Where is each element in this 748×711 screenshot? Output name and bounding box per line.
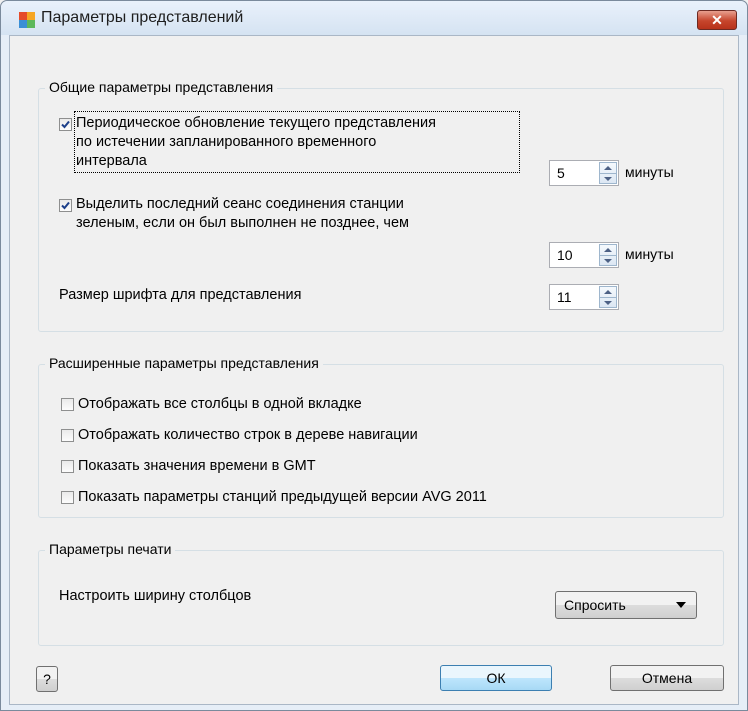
column-width-label: Настроить ширину столбцов <box>59 588 252 604</box>
show-legacy-params-checkbox[interactable] <box>61 491 74 504</box>
avg-logo-icon <box>19 12 35 28</box>
arrow-up-icon[interactable] <box>604 289 612 295</box>
column-width-value: Спросить <box>564 597 626 613</box>
refresh-interval-value[interactable]: 5 <box>557 165 565 181</box>
highlight-interval-value[interactable]: 10 <box>557 247 573 263</box>
close-icon: ✕ <box>711 12 723 28</box>
font-size-spinner[interactable]: 11 <box>549 284 619 310</box>
highlight-session-label-line2[interactable]: зеленым, если он был выполнен не позднее… <box>76 214 409 233</box>
general-settings-legend: Общие параметры представления <box>45 79 278 95</box>
font-size-value[interactable]: 11 <box>557 289 572 305</box>
highlight-session-label[interactable]: Выделить последний сеанс соединения стан… <box>76 195 404 214</box>
spinner-arrows[interactable] <box>599 286 617 308</box>
show-gmt-checkbox[interactable] <box>61 460 74 473</box>
advanced-settings-legend: Расширенные параметры представления <box>45 355 323 371</box>
highlight-interval-unit: минуты <box>625 246 674 262</box>
window-title: Параметры представлений <box>41 9 244 26</box>
arrow-up-icon[interactable] <box>604 247 612 253</box>
column-width-select[interactable]: Спросить <box>555 591 697 619</box>
help-button[interactable]: ? <box>36 666 58 692</box>
chevron-down-icon <box>676 602 686 608</box>
show-all-columns-label[interactable]: Отображать все столбцы в одной вкладке <box>78 395 362 414</box>
checkmark-icon <box>61 120 70 129</box>
refresh-interval-unit: минуты <box>625 164 674 180</box>
show-row-count-label[interactable]: Отображать количество строк в дереве нав… <box>78 426 418 445</box>
spinner-arrows[interactable] <box>599 244 617 266</box>
spinner-arrows[interactable] <box>599 162 617 184</box>
font-size-label: Размер шрифта для представления <box>59 287 302 303</box>
periodic-refresh-label[interactable]: Периодическое обновление текущего предст… <box>76 114 436 133</box>
ok-button[interactable]: ОК <box>440 665 552 691</box>
general-settings-group: Общие параметры представления Периодичес… <box>38 79 724 332</box>
show-all-columns-checkbox[interactable] <box>61 398 74 411</box>
dialog-body: Общие параметры представления Периодичес… <box>9 35 739 705</box>
arrow-down-icon[interactable] <box>604 258 612 264</box>
advanced-settings-group: Расширенные параметры представления Отоб… <box>38 355 724 518</box>
print-settings-legend: Параметры печати <box>45 541 176 557</box>
periodic-refresh-label-line2[interactable]: по истечении запланированного временного <box>76 133 376 152</box>
checkmark-icon <box>61 201 70 210</box>
periodic-refresh-checkbox[interactable] <box>59 118 72 131</box>
highlight-interval-spinner[interactable]: 10 <box>549 242 619 268</box>
show-gmt-label[interactable]: Показать значения времени в GMT <box>78 457 316 476</box>
arrow-up-icon[interactable] <box>604 165 612 171</box>
show-legacy-params-label[interactable]: Показать параметры станций предыдущей ве… <box>78 488 487 507</box>
close-button[interactable]: ✕ <box>697 10 737 30</box>
arrow-down-icon[interactable] <box>604 300 612 306</box>
refresh-interval-spinner[interactable]: 5 <box>549 160 619 186</box>
print-settings-group: Параметры печати Настроить ширину столбц… <box>38 541 724 646</box>
periodic-refresh-label-line3[interactable]: интервала <box>76 152 147 171</box>
dialog-window: Параметры представлений ✕ Общие параметр… <box>0 0 748 711</box>
show-row-count-checkbox[interactable] <box>61 429 74 442</box>
cancel-button[interactable]: Отмена <box>610 665 724 691</box>
title-bar: Параметры представлений ✕ <box>1 1 747 35</box>
highlight-session-checkbox[interactable] <box>59 199 72 212</box>
arrow-down-icon[interactable] <box>604 176 612 182</box>
